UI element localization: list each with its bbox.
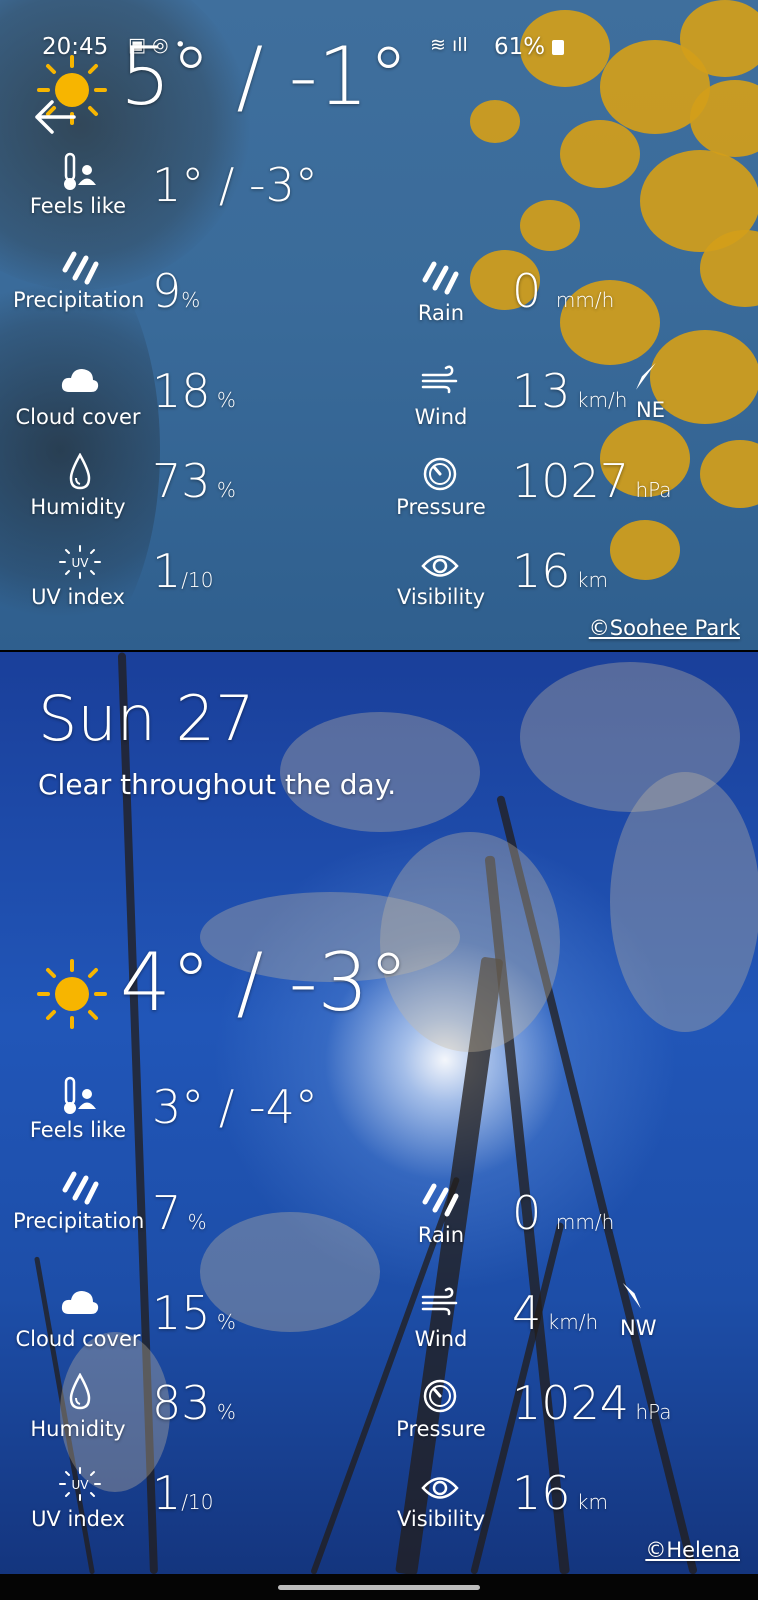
- photo-credit-link[interactable]: ©Helena: [645, 1538, 740, 1562]
- rain-label: Rain: [417, 301, 465, 325]
- visibility-value: 16 km: [512, 544, 608, 598]
- cloud-cover-value: 18 %: [152, 364, 236, 418]
- cloud-cover-label: Cloud cover: [15, 405, 141, 429]
- pressure-value: 1024 hPa: [512, 1376, 672, 1430]
- navigation-arrow-icon: [628, 360, 662, 394]
- home-gesture-handle[interactable]: [278, 1585, 480, 1590]
- rain-icon: [420, 258, 460, 298]
- sunday-temp-range: 4° / -3°: [120, 936, 409, 1029]
- wind-label: Wind: [414, 405, 468, 429]
- precipitation-value: 9%: [152, 264, 201, 318]
- today-weather-card: 20:45 ▣ ◎ • ≋ ıll 61% 5° / -1° Feels lik…: [0, 0, 758, 650]
- back-button[interactable]: [30, 96, 78, 138]
- foliage-cluster: [520, 200, 580, 251]
- eye-icon: [420, 546, 460, 586]
- gauge-icon: [420, 454, 460, 494]
- arrow-left-icon: [35, 100, 76, 134]
- visibility-value: 16 km: [512, 1466, 608, 1520]
- wind-direction: NW: [620, 1316, 657, 1340]
- uv-index-value: 1/10: [152, 1466, 214, 1520]
- rain-value: 0 mm/h: [512, 1186, 615, 1240]
- thermometer-person-icon: [60, 1076, 100, 1116]
- today-temp-range: 5° / -1°: [120, 30, 409, 123]
- rain-streaks-icon: [60, 1168, 100, 1208]
- rain-icon: [420, 1180, 460, 1220]
- pressure-label: Pressure: [396, 495, 486, 519]
- cloud-cover-label: Cloud cover: [15, 1327, 141, 1351]
- visibility-label: Visibility: [396, 1507, 485, 1531]
- precipitation-label: Precipitation: [13, 1209, 145, 1233]
- pressure-value: 1027 hPa: [512, 454, 672, 508]
- battery-level: 61%: [494, 34, 546, 60]
- precipitation-label: Precipitation: [13, 288, 145, 312]
- uv-index-label: UV index: [31, 1507, 125, 1531]
- rain-label: Rain: [417, 1223, 465, 1247]
- photo-credit-link[interactable]: ©Soohee Park: [589, 616, 740, 640]
- wind-icon: [420, 1282, 460, 1322]
- uv-icon: UV: [58, 542, 102, 582]
- thermometer-person-icon: [60, 152, 100, 192]
- sun-icon: [36, 958, 108, 1030]
- rain-streaks-icon: [60, 248, 100, 288]
- feels-like-label: Feels like: [29, 194, 127, 218]
- humidity-label: Humidity: [30, 495, 126, 519]
- humidity-value: 73 %: [152, 454, 236, 508]
- foliage-cluster: [560, 120, 640, 188]
- eye-icon: [420, 1468, 460, 1508]
- feels-like-label: Feels like: [29, 1118, 127, 1142]
- humidity-label: Humidity: [30, 1417, 126, 1441]
- uv-index-label: UV index: [31, 585, 125, 609]
- battery-icon: [552, 40, 564, 55]
- reed-plume: [610, 772, 758, 1032]
- foliage-cluster: [650, 330, 758, 424]
- gauge-icon: [420, 1376, 460, 1416]
- water-drop-icon: [60, 1372, 100, 1412]
- uv-icon: UV: [58, 1464, 102, 1504]
- forecast-date: Sun 27: [38, 682, 255, 755]
- sunday-weather-card: Sun 27 Clear throughout the day. 4° / -3…: [0, 652, 758, 1574]
- wind-value: 13 km/h: [512, 364, 628, 418]
- humidity-value: 83 %: [152, 1376, 236, 1430]
- navigation-bar: [0, 1574, 758, 1600]
- wind-direction: NE: [636, 398, 665, 422]
- svg-text:UV: UV: [72, 1478, 90, 1492]
- pressure-label: Pressure: [396, 1417, 486, 1441]
- feels-like-value: 3° / -4°: [152, 1080, 318, 1134]
- forecast-summary: Clear throughout the day.: [38, 768, 397, 801]
- wind-value: 4 km/h: [512, 1286, 599, 1340]
- foliage-cluster: [700, 440, 758, 508]
- foliage-cluster: [610, 520, 680, 580]
- precipitation-value: 7 %: [152, 1186, 207, 1240]
- rain-value: 0 mm/h: [512, 264, 615, 318]
- cloud-cover-value: 15 %: [152, 1286, 236, 1340]
- foliage-cluster: [470, 100, 520, 143]
- visibility-label: Visibility: [396, 585, 485, 609]
- uv-index-value: 1/10: [152, 544, 214, 598]
- navigation-arrow-icon: [616, 1278, 650, 1312]
- feels-like-value: 1° / -3°: [152, 158, 318, 212]
- svg-text:UV: UV: [72, 556, 90, 570]
- wind-icon: [420, 360, 460, 400]
- wind-label: Wind: [414, 1327, 468, 1351]
- cloud-icon: [60, 1282, 100, 1322]
- water-drop-icon: [60, 452, 100, 492]
- cloud-icon: [60, 360, 100, 400]
- wifi-signal-icon: ≋ ıll: [430, 34, 468, 56]
